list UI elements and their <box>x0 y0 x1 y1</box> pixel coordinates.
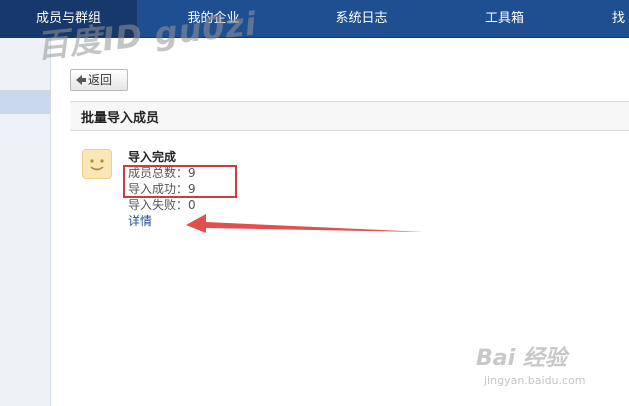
baidu-jingyan-logo-text: Bai 经验 <box>476 346 567 371</box>
baidu-jingyan-site: jingyan.baidu.com <box>484 374 586 387</box>
baidu-jingyan-watermark: Bai 经验 jingyan.baidu.com <box>476 340 626 395</box>
